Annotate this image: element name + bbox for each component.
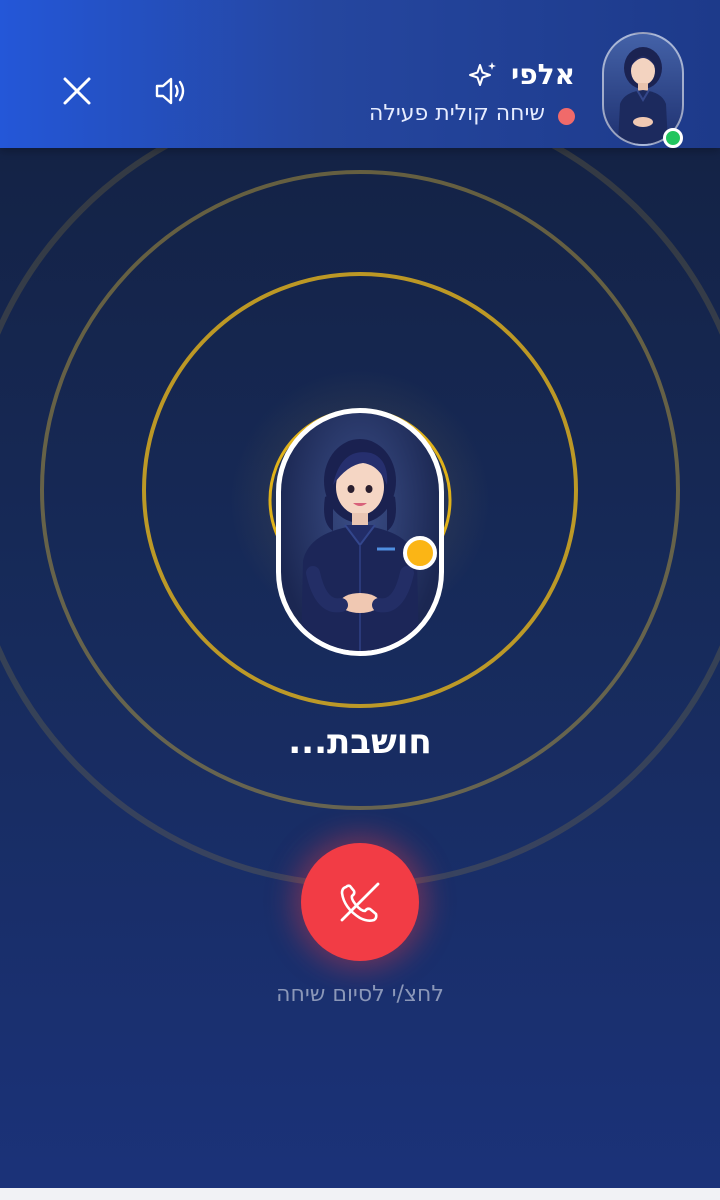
status-dot (558, 108, 575, 125)
sparkles-icon (469, 62, 496, 86)
close-icon (63, 77, 91, 105)
phone-hangup-icon (340, 882, 380, 922)
call-status-text: שיחה קולית פעילה (368, 101, 545, 126)
thinking-indicator (403, 536, 437, 570)
agent-name: אלפי (511, 58, 575, 91)
voice-call-screen: אלפי שיחה קולית פעילה חושבת... לחצ/י לסי… (0, 0, 720, 1188)
agent-avatar-large (276, 408, 444, 656)
agent-illustration (301, 439, 419, 651)
speaker-icon (155, 77, 185, 105)
call-header: אלפי שיחה קולית פעילה (0, 0, 720, 148)
end-call-hint: לחצ/י לסיום שיחה (276, 982, 444, 1007)
close-button[interactable] (52, 66, 102, 116)
end-call-button[interactable] (301, 843, 419, 961)
speaker-button[interactable] (145, 66, 195, 116)
call-state-text: חושבת... (288, 722, 432, 762)
online-indicator (663, 128, 683, 148)
bottom-bar (0, 1188, 720, 1200)
